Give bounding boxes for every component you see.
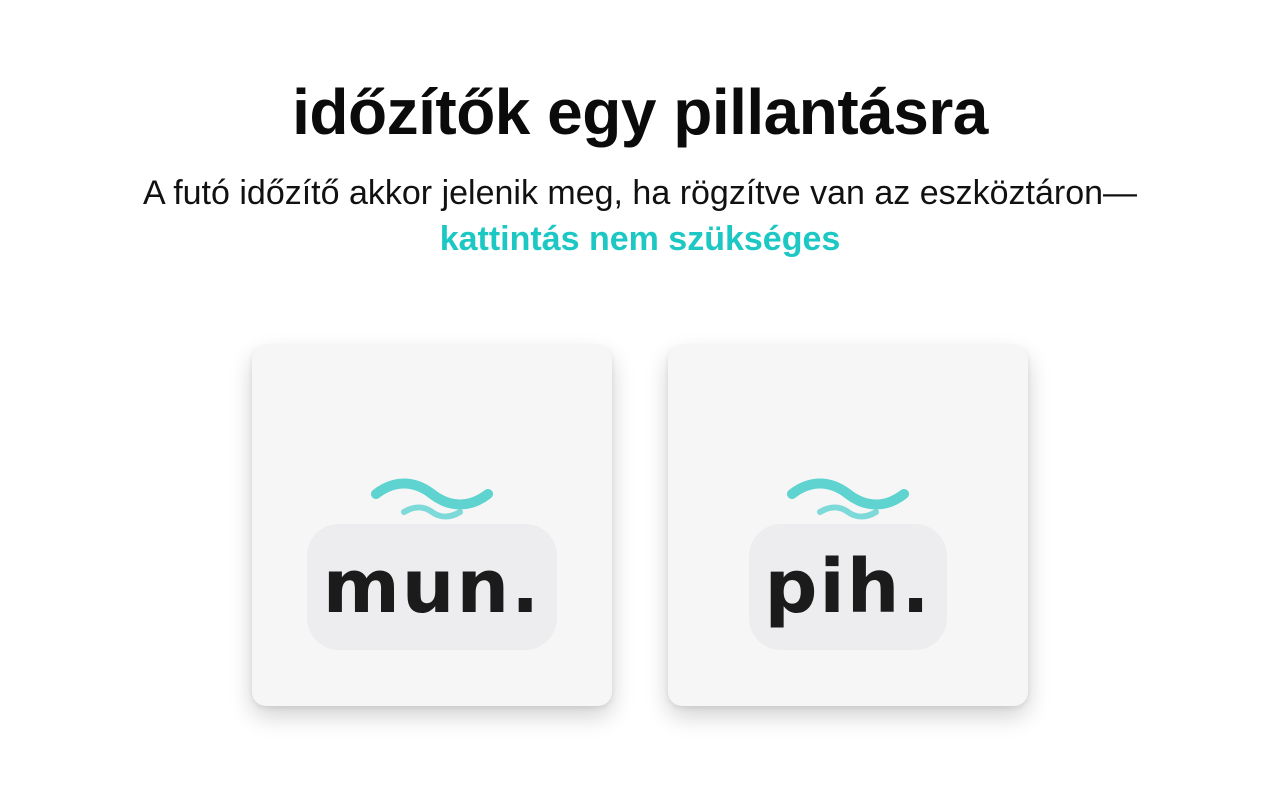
wave-icon xyxy=(787,478,909,520)
wave-icon xyxy=(371,478,493,520)
timer-card-work: mun. xyxy=(252,346,612,706)
page-title: időzítők egy pillantásra xyxy=(292,76,988,148)
page-subtitle: A futó időzítő akkor jelenik meg, ha rög… xyxy=(140,170,1140,262)
timer-label-work: mun. xyxy=(322,544,542,630)
subtitle-highlight: kattintás nem szükséges xyxy=(439,220,841,258)
timer-badge-break: pih. xyxy=(749,524,947,650)
timer-card-break: pih. xyxy=(668,346,1028,706)
timer-label-break: pih. xyxy=(764,544,932,630)
subtitle-text: A futó időzítő akkor jelenik meg, ha rög… xyxy=(142,174,1138,212)
timer-badge-work: mun. xyxy=(307,524,557,650)
